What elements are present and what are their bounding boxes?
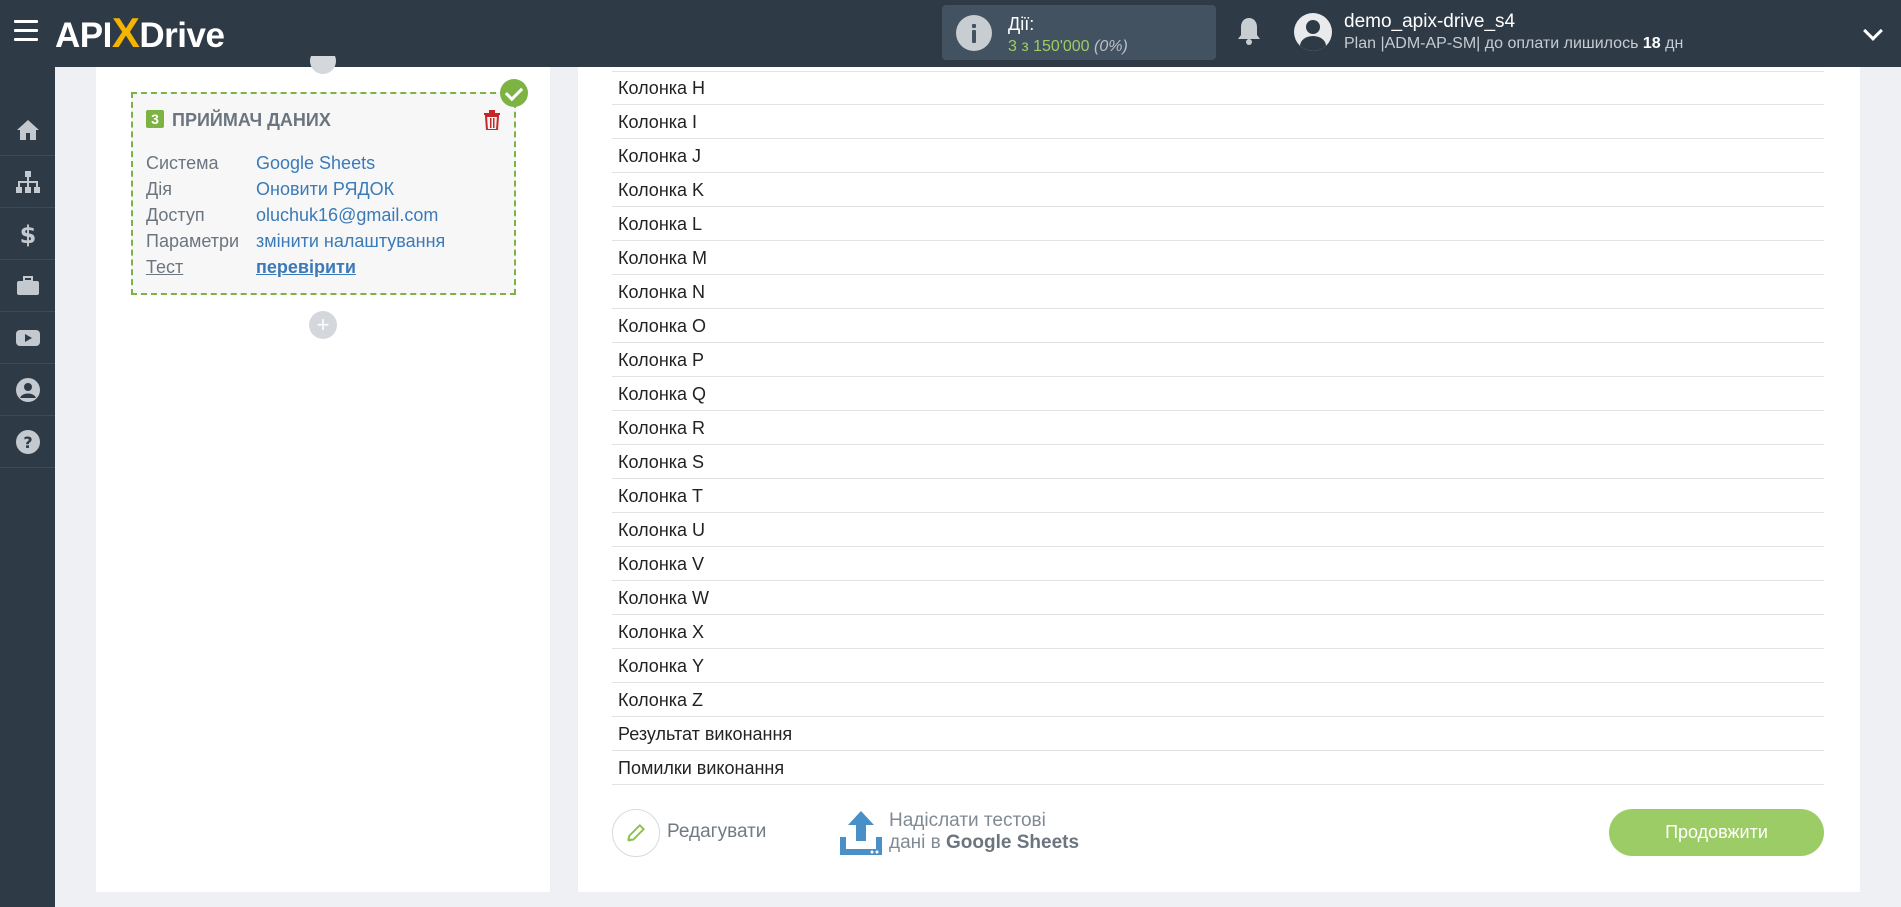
field-row: Колонка Y [612, 649, 1824, 683]
chevron-down-icon[interactable] [1863, 21, 1883, 41]
actions-counter[interactable]: Дії: 3 з 150'000 (0%) [942, 5, 1216, 60]
user-name[interactable]: demo_apix-drive_s4 [1344, 11, 1515, 33]
field-row: Колонка H [612, 71, 1824, 105]
field-row: Результат виконання [612, 717, 1824, 751]
value-action[interactable]: Оновити РЯДОК [256, 179, 394, 200]
label-test[interactable]: Тест [146, 257, 183, 278]
continue-button[interactable]: Продовжити [1609, 809, 1824, 856]
svg-text:?: ? [23, 433, 32, 452]
dollar-icon: $ [19, 221, 36, 247]
field-row: Колонка N [612, 275, 1824, 309]
top-bar: APIXDrive Дії: 3 з 150'000 (0%) demo_api… [0, 0, 1901, 67]
field-row: Колонка X [612, 615, 1824, 649]
step-badge: 3 [146, 110, 164, 128]
field-row: Колонка U [612, 513, 1824, 547]
card-title: ПРИЙМАЧ ДАНИХ [172, 110, 331, 130]
sidebar: $ ? [0, 67, 55, 907]
field-row: Колонка P [612, 343, 1824, 377]
info-icon [956, 15, 992, 51]
label-parameters: Параметри [146, 231, 240, 251]
field-row: Колонка O [612, 309, 1824, 343]
send-test-data-button[interactable]: Надіслати тестові дані в Google Sheets [889, 810, 1079, 854]
svg-text:$: $ [19, 221, 36, 247]
connector-node [310, 56, 336, 76]
value-parameters[interactable]: змінити налаштування [256, 231, 445, 252]
sidebar-item-profile[interactable] [0, 364, 55, 416]
field-row: Колонка R [612, 411, 1824, 445]
label-access: Доступ [146, 205, 205, 225]
field-row: Колонка M [612, 241, 1824, 275]
user-icon [15, 377, 40, 402]
field-row: Колонка L [612, 207, 1824, 241]
label-action: Дія [146, 179, 172, 199]
edit-label[interactable]: Редагувати [667, 821, 766, 843]
sidebar-item-billing[interactable]: $ [0, 208, 55, 260]
apix-drive-logo[interactable]: APIXDrive [55, 10, 225, 56]
send-line-1: Надіслати тестові [889, 810, 1046, 831]
sitemap-icon [15, 170, 40, 193]
bell-icon[interactable] [1236, 16, 1262, 46]
sidebar-item-home[interactable] [0, 104, 55, 156]
upload-icon[interactable] [838, 809, 884, 857]
briefcase-icon [16, 275, 39, 295]
avatar[interactable] [1294, 13, 1332, 51]
add-step-button[interactable]: + [309, 311, 337, 339]
field-row: Колонка J [612, 139, 1824, 173]
field-row: Колонка T [612, 479, 1824, 513]
field-row: Колонка Q [612, 377, 1824, 411]
field-row: Колонка Z [612, 683, 1824, 717]
actions-value: 3 з 150'000 (0%) [1008, 38, 1128, 55]
trash-icon[interactable] [483, 110, 501, 130]
test-link[interactable]: перевірити [256, 257, 356, 278]
plan-info: Plan |ADM-AP-SM| до оплати лишилось 18 д… [1344, 35, 1684, 52]
field-row: Колонка I [612, 105, 1824, 139]
menu-icon[interactable] [14, 20, 38, 42]
check-icon [500, 79, 528, 107]
sidebar-item-jobs[interactable] [0, 260, 55, 312]
pencil-icon [627, 823, 646, 842]
home-icon [16, 119, 39, 140]
value-access[interactable]: oluchuk16@gmail.com [256, 205, 438, 226]
field-row: Помилки виконання [612, 751, 1824, 785]
sidebar-item-videos[interactable] [0, 312, 55, 364]
field-row: Колонка K [612, 173, 1824, 207]
field-row: Колонка V [612, 547, 1824, 581]
field-row: Колонка S [612, 445, 1824, 479]
help-icon: ? [15, 429, 40, 454]
youtube-icon [15, 329, 40, 346]
field-row: Колонка W [612, 581, 1824, 615]
sidebar-item-connections[interactable] [0, 156, 55, 208]
sidebar-item-help[interactable]: ? [0, 416, 55, 468]
edit-button[interactable] [612, 809, 660, 857]
actions-label: Дії: [1008, 14, 1035, 34]
send-line-2: дані в Google Sheets [889, 832, 1080, 853]
value-system[interactable]: Google Sheets [256, 153, 375, 174]
label-system: Система [146, 153, 219, 173]
